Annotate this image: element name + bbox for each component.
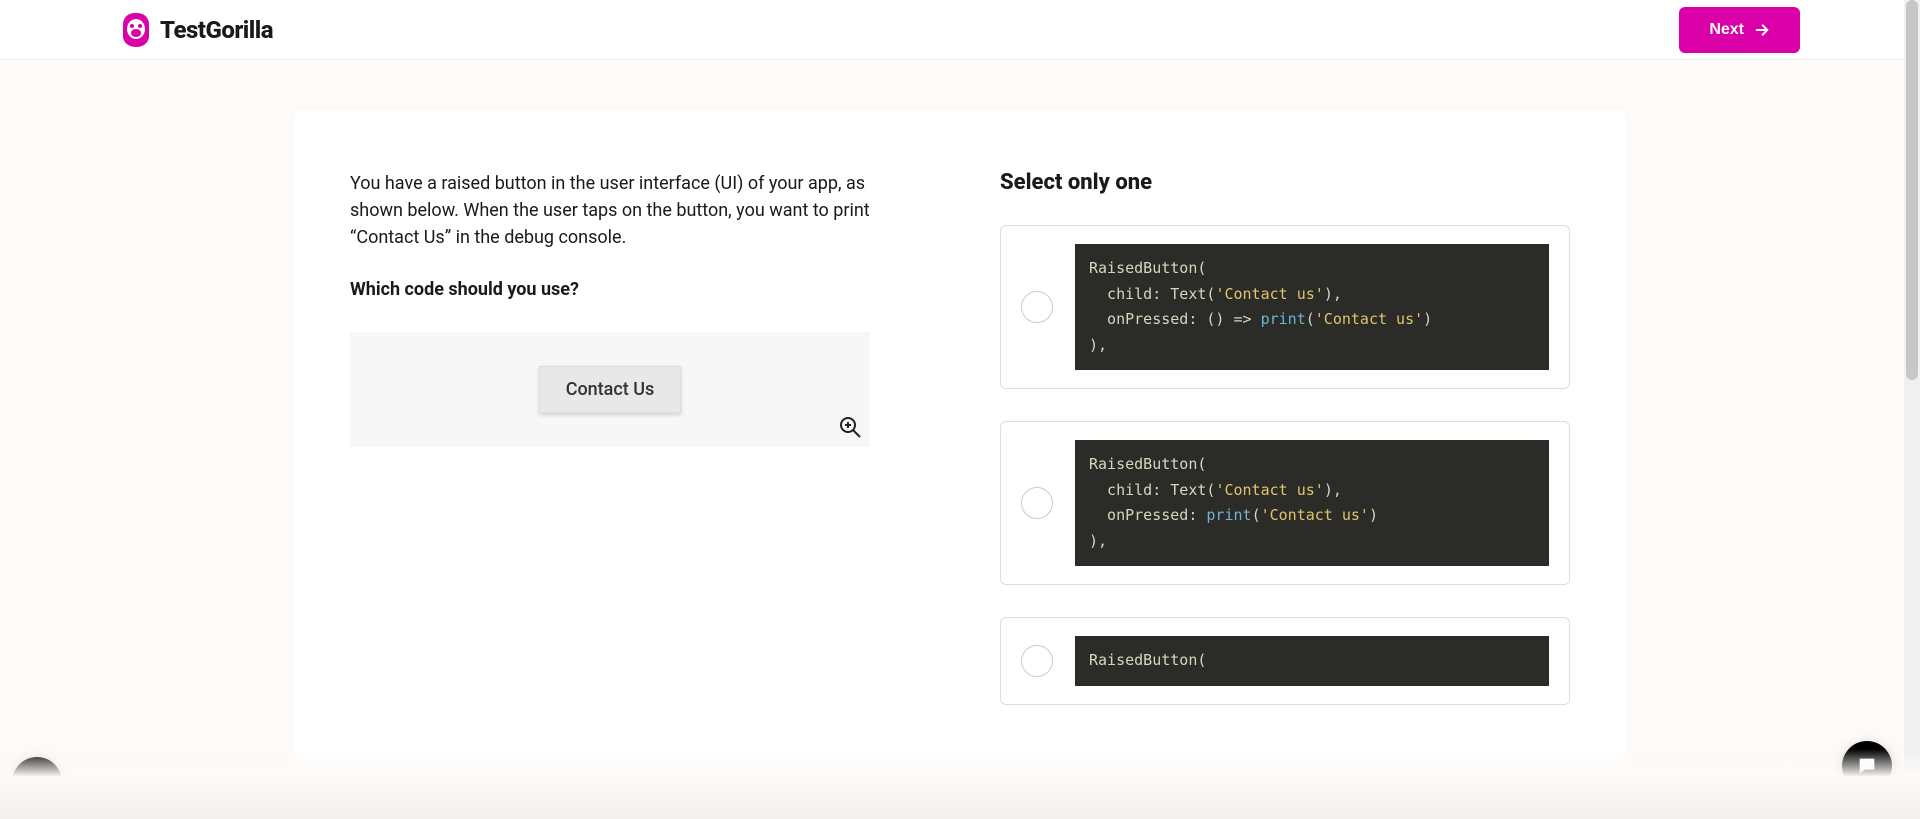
next-label: Next [1709, 21, 1744, 39]
answer-option[interactable]: RaisedButton( child: Text('Contact us'),… [1000, 225, 1570, 389]
demo-contact-button: Contact Us [539, 366, 682, 413]
question-card: You have a raised button in the user int… [295, 110, 1625, 797]
answer-option[interactable]: RaisedButton( child: Text('Contact us'),… [1000, 421, 1570, 585]
answers-panel: Select only one RaisedButton( child: Tex… [1000, 170, 1570, 737]
gorilla-icon [120, 12, 152, 48]
code-snippet: RaisedButton( [1075, 636, 1549, 686]
question-prompt: Which code should you use? [350, 279, 920, 300]
chat-icon [1856, 755, 1878, 777]
question-image: Contact Us [350, 332, 870, 447]
scrollbar-thumb[interactable] [1906, 0, 1918, 380]
radio-button[interactable] [1021, 291, 1053, 323]
question-panel: You have a raised button in the user int… [350, 170, 920, 737]
brand-name: TestGorilla [160, 16, 273, 44]
answer-option[interactable]: RaisedButton( [1000, 617, 1570, 705]
brand-logo: TestGorilla [120, 12, 273, 48]
code-snippet: RaisedButton( child: Text('Contact us'),… [1075, 440, 1549, 566]
answers-title: Select only one [1000, 170, 1570, 195]
header: TestGorilla Next [0, 0, 1920, 60]
question-text: You have a raised button in the user int… [350, 170, 920, 251]
scrollbar[interactable] [1904, 0, 1920, 819]
chat-widget-button[interactable] [1842, 741, 1892, 791]
cookie-widget-label: co [27, 772, 47, 793]
next-button[interactable]: Next [1679, 7, 1800, 53]
cookie-widget-button[interactable]: co [12, 757, 62, 807]
code-snippet: RaisedButton( child: Text('Contact us'),… [1075, 244, 1549, 370]
arrow-right-icon [1754, 22, 1770, 38]
zoom-in-icon[interactable] [838, 415, 862, 439]
radio-button[interactable] [1021, 645, 1053, 677]
radio-button[interactable] [1021, 487, 1053, 519]
